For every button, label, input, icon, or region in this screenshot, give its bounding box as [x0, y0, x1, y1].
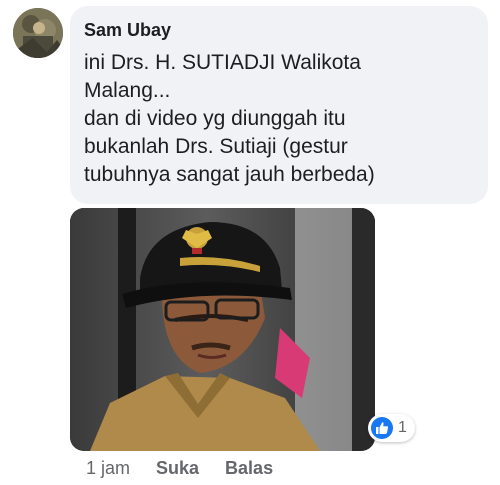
reaction-summary[interactable]: 1 — [368, 414, 415, 442]
avatar[interactable] — [13, 8, 63, 58]
comment-bubble: Sam Ubay ini Drs. H. SUTIADJI Walikota M… — [70, 6, 488, 204]
comment-timestamp[interactable]: 1 jam — [86, 458, 130, 479]
comment-actions: 1 jam Suka Balas — [86, 456, 273, 480]
like-button[interactable]: Suka — [156, 458, 199, 479]
comment-text-line: bukanlah Drs. Sutiaji (gestur — [84, 135, 348, 158]
comment-text-line: dan di video yg diunggah itu — [84, 107, 346, 130]
comment-text-line: Malang... — [84, 79, 171, 102]
comment-photo-image — [70, 208, 375, 451]
comment-text: ini Drs. H. SUTIADJI Walikota Malang... … — [84, 49, 474, 189]
thumbs-up-icon — [371, 417, 393, 439]
comment-author[interactable]: Sam Ubay — [84, 17, 474, 43]
reply-button[interactable]: Balas — [225, 458, 273, 479]
reaction-count: 1 — [398, 419, 407, 436]
avatar-image — [13, 8, 63, 58]
comment-text-line: tubuhnya sangat jauh berbeda) — [84, 163, 375, 186]
comment-photo[interactable] — [70, 208, 375, 451]
comment-text-line: ini Drs. H. SUTIADJI Walikota — [84, 51, 361, 74]
